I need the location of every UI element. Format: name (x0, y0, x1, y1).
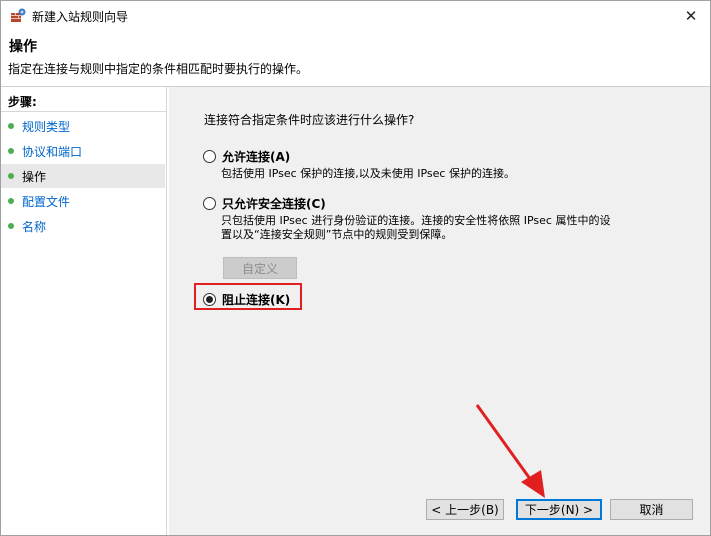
annotation-arrow-head (521, 470, 545, 498)
sidebar-item-label: 名称 (22, 219, 47, 234)
steps-sidebar: 步骤: 规则类型 协议和端口 操作 配置文件 名称 (1, 87, 167, 535)
step-bullet-icon (8, 223, 14, 229)
sidebar-item-rule-type[interactable]: 规则类型 (1, 114, 165, 138)
sidebar-item-label: 协议和端口 (22, 144, 83, 159)
page-title: 操作 (9, 39, 37, 55)
sidebar-item-action[interactable]: 操作 (1, 164, 165, 188)
sidebar-item-protocol-ports[interactable]: 协议和端口 (1, 139, 165, 163)
annotation-arrow (475, 404, 545, 498)
steps-divider (1, 111, 166, 112)
step-bullet-icon (8, 198, 14, 204)
close-button[interactable]: ✕ (676, 1, 706, 30)
sidebar-item-profile[interactable]: 配置文件 (1, 189, 165, 213)
step-bullet-icon (8, 123, 14, 129)
close-icon: ✕ (684, 6, 698, 25)
annotation-arrow-shaft (475, 404, 535, 484)
page-header: 操作 指定在连接与规则中指定的条件相匹配时要执行的操作。 (1, 30, 710, 87)
wizard-window: 新建入站规则向导 ✕ 操作 指定在连接与规则中指定的条件相匹配时要执行的操作。 … (0, 0, 711, 536)
window-title: 新建入站规则向导 (32, 10, 129, 24)
title-bar: 新建入站规则向导 ✕ (1, 1, 710, 30)
sidebar-item-label: 配置文件 (22, 194, 71, 209)
action-content-panel: 连接符合指定条件时应该进行什么操作? 允许连接(A) 包括使用 IPsec 保护… (169, 87, 710, 535)
step-bullet-icon (8, 173, 14, 179)
sidebar-item-label: 规则类型 (22, 119, 71, 134)
sidebar-item-label: 操作 (22, 169, 47, 184)
sidebar-item-name[interactable]: 名称 (1, 214, 165, 238)
page-subtitle: 指定在连接与规则中指定的条件相匹配时要执行的操作。 (8, 62, 309, 76)
step-bullet-icon (8, 148, 14, 154)
steps-title: 步骤: (8, 95, 37, 109)
firewall-wizard-icon (11, 8, 26, 22)
